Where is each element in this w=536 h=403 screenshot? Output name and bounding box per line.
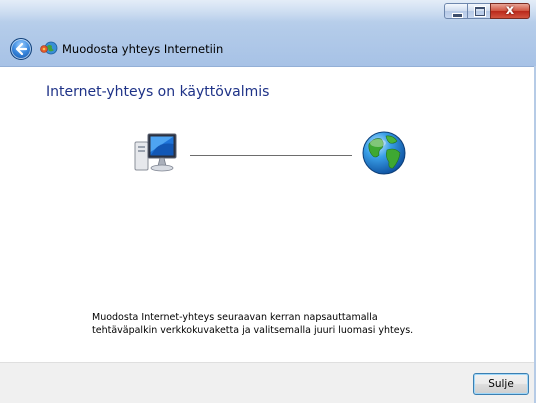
connection-diagram: [134, 128, 410, 180]
maximize-button[interactable]: [467, 3, 491, 19]
connect-to-internet-window: x Muodosta yhteys Internetiin Internet-y…: [0, 0, 536, 403]
connection-line: [190, 155, 352, 156]
close-icon: x: [505, 3, 515, 18]
computer-icon: [134, 133, 177, 172]
info-text-line-1: Muodosta Internet-yhteys seuraavan kerra…: [92, 312, 378, 323]
close-button[interactable]: Sulje: [473, 373, 529, 395]
footer-bar: Sulje: [0, 362, 536, 403]
network-globe-icon: [40, 41, 58, 55]
minimize-icon: [452, 13, 463, 18]
close-window-button[interactable]: x: [490, 3, 530, 19]
minimize-button[interactable]: [444, 3, 468, 19]
info-text: Muodosta Internet-yhteys seuraavan kerra…: [92, 312, 492, 337]
back-arrow-icon: [15, 43, 27, 55]
globe-icon: [362, 131, 406, 175]
caption-buttons: x: [444, 3, 530, 19]
page-heading: Internet-yhteys on käyttövalmis: [46, 84, 270, 100]
maximize-icon: [474, 6, 486, 17]
back-button[interactable]: [10, 38, 32, 60]
title-bar[interactable]: x Muodosta yhteys Internetiin: [0, 0, 536, 67]
window-title: Muodosta yhteys Internetiin: [62, 42, 224, 56]
info-text-line-2: tehtäväpalkin verkkokuvaketta ja valitse…: [92, 324, 414, 336]
